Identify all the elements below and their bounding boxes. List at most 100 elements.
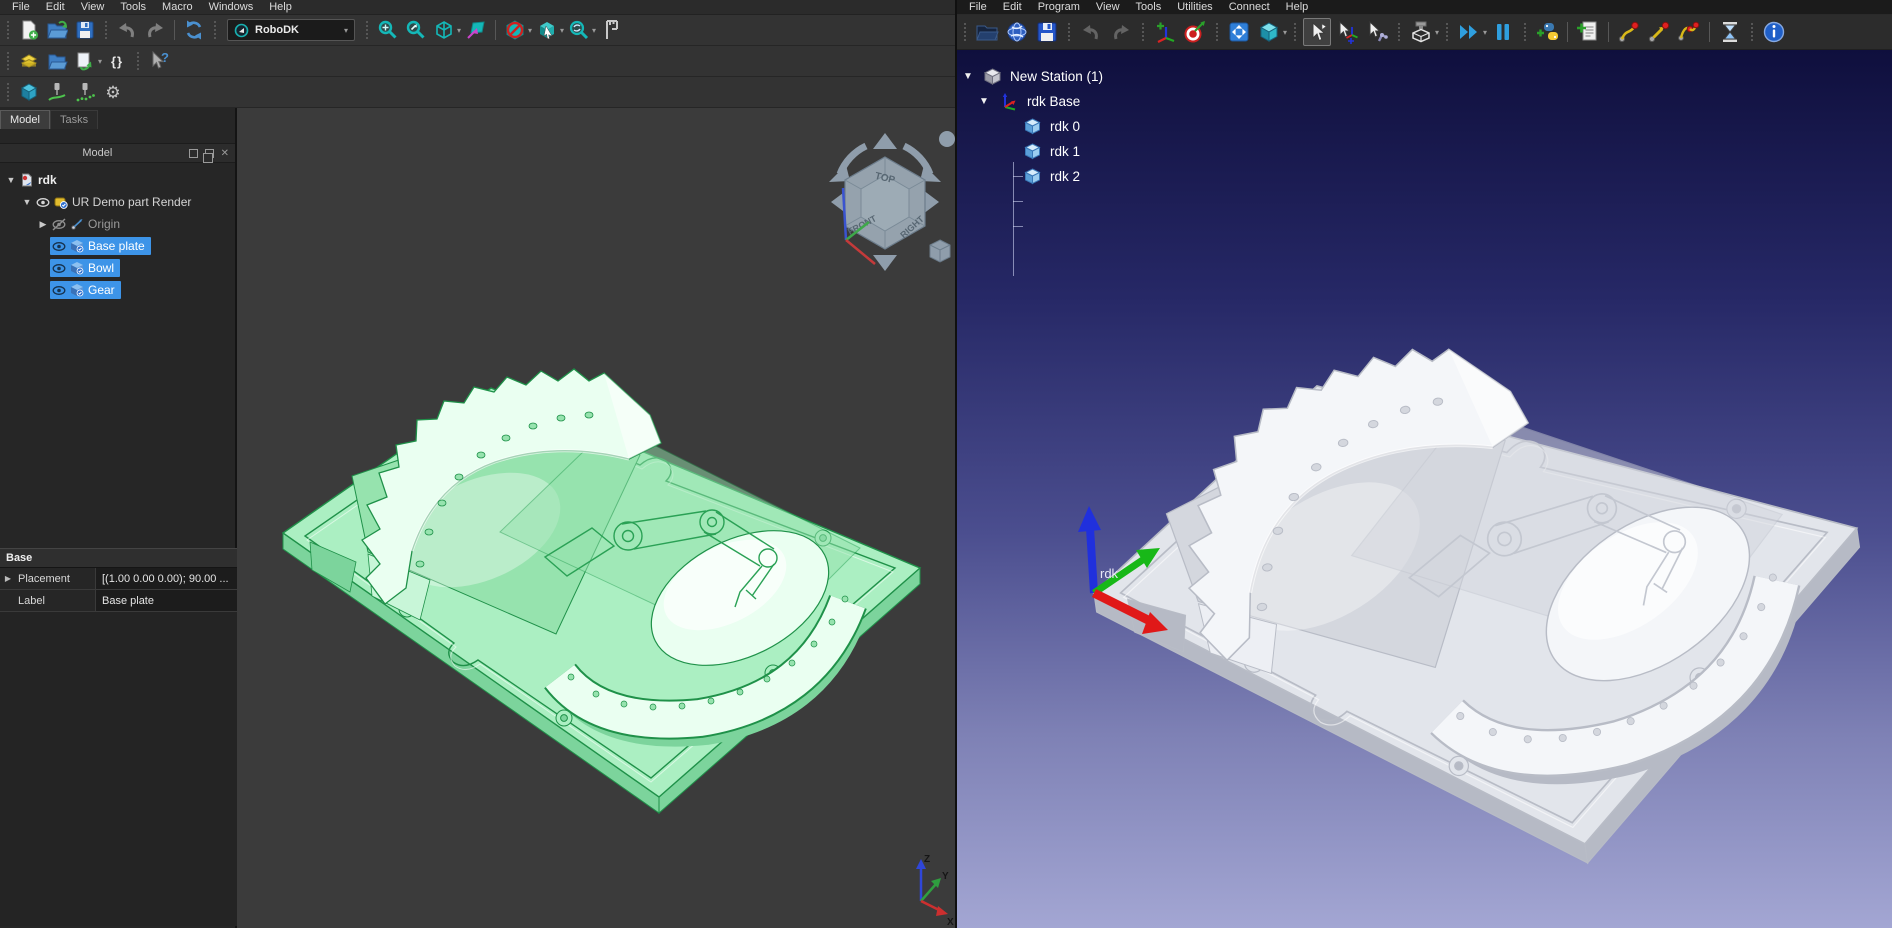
menu-macro[interactable]: Macro [154, 1, 201, 13]
tree-item-base-plate[interactable]: Base plate [0, 235, 235, 257]
tree-item-rdk-base[interactable]: ▼ rdk Base [979, 89, 1080, 114]
redo-button[interactable] [1107, 18, 1135, 46]
cad-part-highlighted[interactable] [283, 369, 920, 813]
expander-icon[interactable]: ▼ [20, 197, 34, 207]
chevron-down-icon[interactable]: ▾ [528, 26, 532, 35]
isometric-view-button[interactable] [1255, 18, 1283, 46]
menu-edit[interactable]: Edit [995, 1, 1030, 13]
move-reference-button[interactable] [1333, 18, 1361, 46]
chevron-down-icon[interactable]: ▾ [1435, 28, 1439, 37]
measure-button[interactable] [598, 17, 624, 43]
visibility-eye-icon[interactable] [52, 284, 66, 297]
menu-connect[interactable]: Connect [1221, 1, 1278, 13]
refresh-button[interactable] [181, 17, 207, 43]
workbench-selector[interactable]: RoboDK ▾ [227, 19, 355, 41]
toolbar-handle[interactable] [1396, 21, 1402, 43]
menu-tools[interactable]: Tools [112, 1, 154, 13]
isometric-view-button[interactable] [431, 17, 457, 43]
move-linear-button[interactable] [1645, 18, 1673, 46]
menu-tools[interactable]: Tools [1128, 1, 1170, 13]
zoom-fit-button[interactable] [375, 17, 401, 43]
chevron-down-icon[interactable]: ▾ [1283, 28, 1287, 37]
sync-view-button[interactable] [566, 17, 592, 43]
toolbar-handle[interactable] [5, 19, 11, 41]
toolbar-handle[interactable] [1292, 21, 1298, 43]
tab-model[interactable]: Model [0, 110, 50, 129]
menu-windows[interactable]: Windows [201, 1, 262, 13]
toolbar-handle[interactable] [5, 50, 11, 72]
navcube-rotate-icon[interactable] [939, 131, 955, 147]
add-reference-frame-button[interactable] [1151, 18, 1179, 46]
save-button[interactable] [72, 17, 98, 43]
expander-icon[interactable]: ▼ [979, 96, 995, 107]
toolbar-handle[interactable] [1444, 21, 1450, 43]
dock-minimize-icon[interactable] [189, 149, 198, 158]
toolbar-handle[interactable] [5, 81, 11, 103]
new-document-button[interactable] [16, 17, 42, 43]
fit-all-button[interactable] [1225, 18, 1253, 46]
undo-button[interactable] [114, 17, 140, 43]
open-document-button[interactable] [44, 17, 70, 43]
toolbar-handle[interactable] [103, 19, 109, 41]
property-value[interactable]: [(1.00 0.00 0.00); 90.00 ... [96, 568, 237, 589]
robodk-cube-button[interactable] [16, 79, 42, 105]
export-document-button[interactable] [72, 48, 98, 74]
chevron-down-icon[interactable]: ▾ [1483, 28, 1487, 37]
dock-float-icon[interactable] [205, 149, 214, 158]
dock-close-icon[interactable]: ✕ [221, 149, 229, 158]
robodk-3d-viewport[interactable]: rdk ▼ New Station (1) ▼ rdk Base [957, 50, 1892, 928]
pause-simulation-button[interactable] [1489, 18, 1517, 46]
sync-selection-button[interactable] [463, 17, 489, 43]
visibility-eye-icon[interactable] [52, 240, 66, 253]
cad-part-white[interactable] [1067, 292, 1892, 926]
add-python-program-button[interactable] [1533, 18, 1561, 46]
fast-simulation-button[interactable] [1455, 18, 1483, 46]
settings-button[interactable]: ⚙ [100, 79, 126, 105]
menu-utilities[interactable]: Utilities [1169, 1, 1220, 13]
toolbar-handle[interactable] [1749, 21, 1755, 43]
menu-help[interactable]: Help [261, 1, 300, 13]
chevron-down-icon[interactable]: ▾ [592, 26, 596, 35]
redo-button[interactable] [142, 17, 168, 43]
navigation-cube[interactable]: TOP FRONT RIGHT [829, 131, 955, 271]
tree-item-rdk-0[interactable]: rdk 0 [1023, 114, 1080, 139]
tree-item-bowl[interactable]: Bowl [0, 257, 235, 279]
check-collisions-button[interactable] [1407, 18, 1435, 46]
expander-icon[interactable]: ▼ [963, 71, 979, 82]
property-value[interactable]: Base plate [96, 590, 237, 611]
online-library-button[interactable] [1003, 18, 1031, 46]
toolbar-handle[interactable] [1066, 21, 1072, 43]
hidden-eye-icon[interactable] [52, 218, 66, 231]
chevron-down-icon[interactable]: ▾ [98, 57, 102, 66]
menu-file[interactable]: File [4, 1, 38, 13]
add-target-button[interactable] [1181, 18, 1209, 46]
toolbar-handle[interactable] [135, 50, 141, 72]
open-file-button[interactable] [973, 18, 1001, 46]
menu-program[interactable]: Program [1030, 1, 1088, 13]
visibility-eye-icon[interactable] [52, 262, 66, 275]
move-joint-button[interactable] [1615, 18, 1643, 46]
toolbar-handle[interactable] [364, 19, 370, 41]
move-robot-button[interactable] [1363, 18, 1391, 46]
toolbar-handle[interactable] [1140, 21, 1146, 43]
robodk-3d-scene[interactable]: rdk [957, 50, 1892, 928]
tree-item-rdk[interactable]: ▼ rdk [0, 169, 235, 191]
menu-edit[interactable]: Edit [38, 1, 73, 13]
toolbar-handle[interactable] [962, 21, 968, 43]
navcube-mini-cube-icon[interactable] [930, 240, 950, 262]
tree-item-rdk-1[interactable]: rdk 1 [1023, 139, 1080, 164]
menu-view[interactable]: View [1088, 1, 1128, 13]
visibility-eye-icon[interactable] [36, 196, 50, 209]
tree-item-ur-demo-part[interactable]: ▼ UR Demo part Render [0, 191, 235, 213]
about-info-button[interactable] [1760, 18, 1788, 46]
tree-item-new-station[interactable]: ▼ New Station (1) [963, 64, 1103, 89]
save-station-button[interactable] [1033, 18, 1061, 46]
tab-tasks[interactable]: Tasks [50, 110, 98, 129]
toolbar-handle[interactable] [1522, 21, 1528, 43]
expander-icon[interactable]: ▼ [4, 175, 18, 185]
menu-help[interactable]: Help [1278, 1, 1317, 13]
tree-item-origin[interactable]: ▶ Origin [0, 213, 235, 235]
tree-item-gear[interactable]: Gear [0, 279, 235, 301]
undo-button[interactable] [1077, 18, 1105, 46]
add-post-processor-button[interactable] [1574, 18, 1602, 46]
